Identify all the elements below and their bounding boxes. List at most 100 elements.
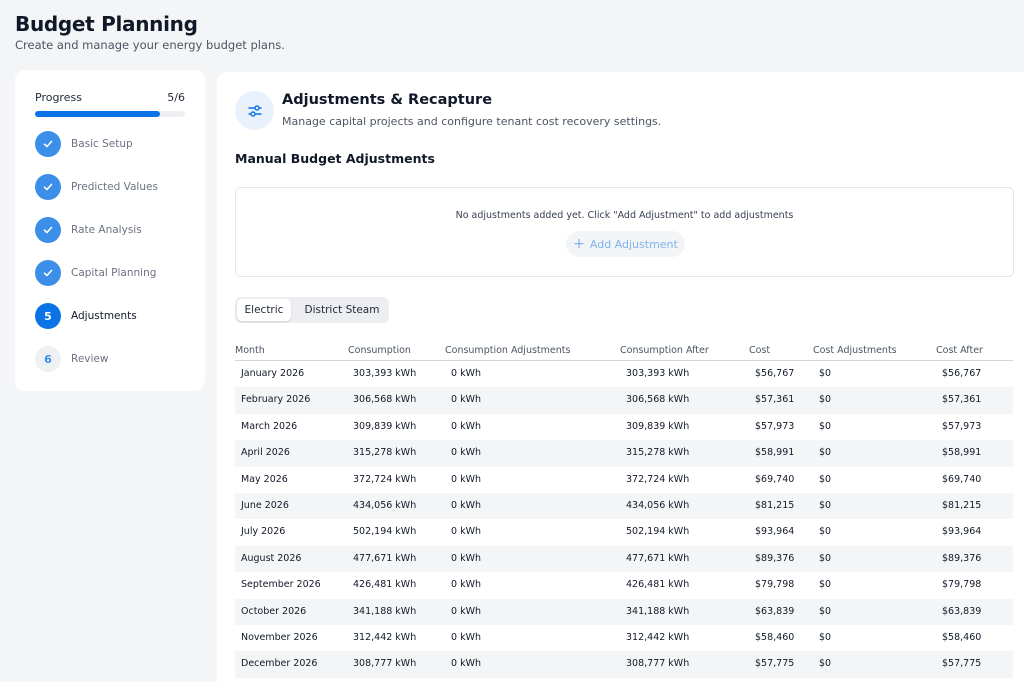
table-cell: 306,568 kWh [626,394,690,406]
add-adjustment-button[interactable]: + Add Adjustment [566,231,685,257]
table-row: August 2026 477,671 kWh 0 kWh 477,671 kWh $8… [235,545,1013,573]
column-header: Month [235,345,265,356]
table-cell: $0 [819,605,832,617]
table-cell: $57,973 [755,420,795,432]
table-row: March 2026 309,839 kWh 0 kWh 309,839 kWh $57… [235,414,1013,440]
table-cell: $0 [819,473,832,485]
table-cell: $69,740 [755,473,795,485]
column-header: Cost [749,345,771,356]
table-cell: $0 [819,631,832,643]
column-header: Cost Adjustments [813,345,897,356]
table-cell: 312,442 kWh [626,631,690,643]
progress-label: Progress [35,91,82,104]
table-cell: 341,188 kWh [626,605,690,617]
table-row: June 2026 434,056 kWh 0 kWh 434,056 kWh $81,… [235,492,1013,520]
table-row: December 2026 308,777 kWh 0 kWh 308,777 kWh… [235,651,1013,678]
table-row: February 2026 306,568 kWh 0 kWh 306,568 kWh… [235,387,1013,414]
table-cell: 372,724 kWh [626,473,690,485]
table-cell: $57,775 [942,658,982,670]
column-header: Consumption [348,345,411,356]
table-cell: 426,481 kWh [353,579,417,591]
table-cell: December 2026 [241,658,318,670]
step-capital-planning[interactable]: Capital Planning [35,260,195,286]
table-cell: $58,460 [942,631,982,643]
table-cell: $81,215 [755,499,795,511]
step-rate-analysis[interactable]: Rate Analysis [35,217,195,243]
step-label: Capital Planning [71,267,157,279]
step-label: Predicted Values [71,181,158,193]
table-cell: $0 [819,658,832,670]
step-adjustments[interactable]: 5 Adjustments [35,303,195,329]
section-title: Adjustments & Recapture [282,92,493,108]
tab-district-steam-label: District Steam [304,304,380,316]
step-label: Basic Setup [71,138,133,150]
step-label: Rate Analysis [71,224,142,236]
table-cell: 308,777 kWh [626,658,690,670]
table-cell: $79,798 [942,579,982,591]
step-number: 6 [35,346,61,372]
column-header: Consumption After [620,345,709,356]
table-cell: 0 kWh [451,552,481,564]
table-cell: 502,194 kWh [626,526,690,538]
table-cell: February 2026 [241,394,311,406]
manual-adjustments-title: Manual Budget Adjustments [235,151,435,166]
table-cell: $93,964 [942,526,982,538]
table-cell: $0 [819,368,832,379]
table-cell: 312,442 kWh [353,631,417,643]
progress-bar [35,111,185,117]
table-cell: 315,278 kWh [353,447,417,459]
table-cell: $57,775 [755,658,795,670]
table-cell: $0 [819,420,832,432]
table-cell: July 2026 [241,526,286,538]
table-cell: $63,839 [755,605,795,617]
table-cell: $0 [819,552,832,564]
step-review[interactable]: 6 Review [35,346,195,372]
table-cell: January 2026 [241,368,305,379]
table-cell: 303,393 kWh [626,368,690,379]
step-label: Review [71,353,109,365]
table-cell: $0 [819,579,832,591]
table-cell: $56,767 [755,368,795,379]
table-row: September 2026 426,481 kWh 0 kWh 426,481 kW… [235,572,1013,598]
check-icon [35,131,61,157]
step-basic-setup[interactable]: Basic Setup [35,131,195,157]
tab-electric[interactable]: Electric [237,299,291,321]
table-row: April 2026 315,278 kWh 0 kWh 315,278 kWh $58… [235,440,1013,467]
table-cell: 306,568 kWh [353,394,417,406]
main-panel: Adjustments & Recapture Manage capital p… [217,72,1024,682]
table-cell: 315,278 kWh [626,447,690,459]
table-cell: $69,740 [942,473,982,485]
tab-district-steam[interactable]: District Steam [297,299,387,321]
table-cell: 426,481 kWh [626,579,690,591]
tab-electric-label: Electric [244,304,284,316]
table-cell: 434,056 kWh [626,499,690,511]
table-cell: June 2026 [241,499,289,511]
table-cell: 372,724 kWh [353,473,417,485]
page-title: Budget Planning [15,12,198,36]
step-predicted-values[interactable]: Predicted Values [35,174,195,200]
table-cell: March 2026 [241,420,298,432]
table-cell: 502,194 kWh [353,526,417,538]
empty-state-text: No adjustments added yet. Click "Add Adj… [455,210,794,221]
table-row: November 2026 312,442 kWh 0 kWh 312,442 kWh… [235,625,1013,651]
progress-bar-fill [35,111,160,117]
step-number: 5 [35,303,61,329]
table-cell: April 2026 [241,447,290,459]
table-cell: $57,973 [942,420,982,432]
table-body: January 2026 303,393 kWh 0 kWh 303,393 kWh $… [235,361,1013,678]
column-header: Consumption Adjustments [445,345,571,356]
table-cell: 341,188 kWh [353,605,417,617]
table-cell: 0 kWh [451,631,481,643]
table-cell: 0 kWh [451,447,481,459]
table-cell: 434,056 kWh [353,499,417,511]
table-row: October 2026 341,188 kWh 0 kWh 341,188 kWh $… [235,598,1013,625]
table-cell: $0 [819,447,832,459]
table-cell: $58,991 [755,447,795,459]
table-cell: May 2026 [241,473,288,485]
sliders-icon [235,91,274,130]
table-cell: October 2026 [241,605,307,617]
table-cell: $58,991 [942,447,982,459]
column-header: Cost After [936,345,983,356]
table-cell: $89,376 [755,552,795,564]
table-cell: 0 kWh [451,368,481,379]
